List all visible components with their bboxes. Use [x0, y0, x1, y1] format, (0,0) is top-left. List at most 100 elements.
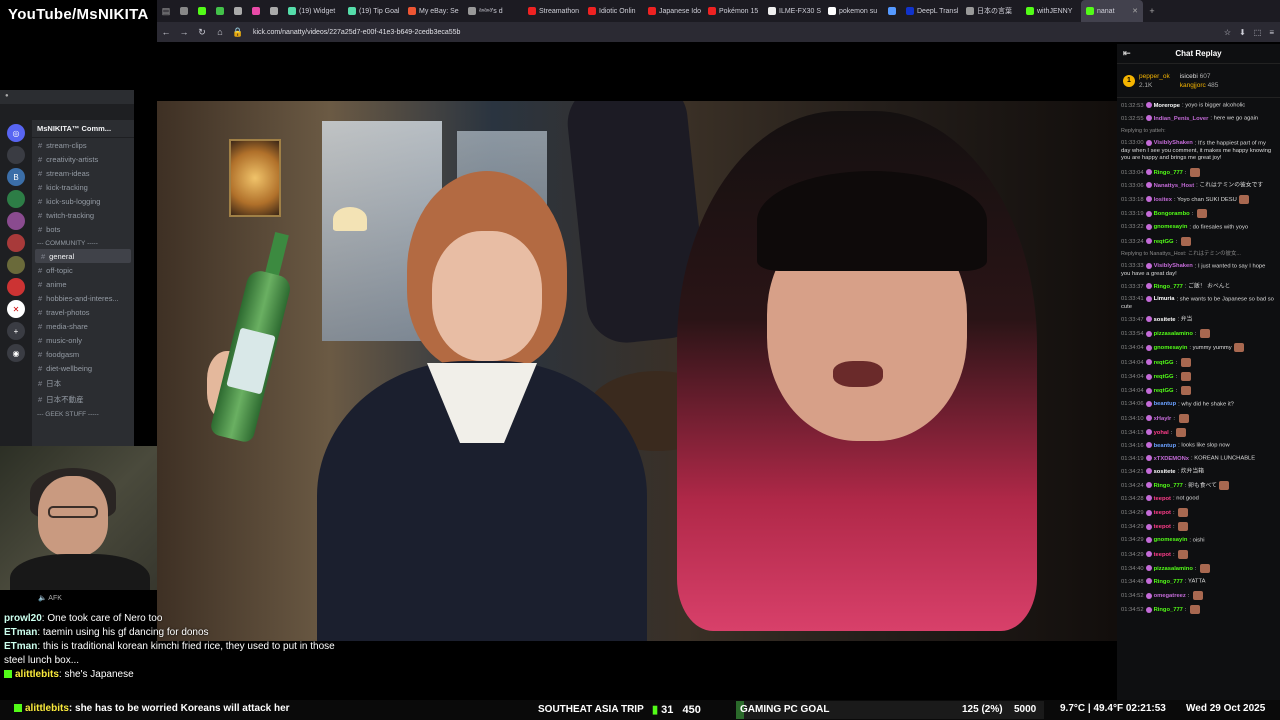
message-username[interactable]: Ringo_777 — [1154, 579, 1183, 585]
server-icon[interactable] — [7, 278, 25, 296]
message-username[interactable]: teepot — [1154, 524, 1171, 530]
channel-item[interactable]: # creativity-artists — [32, 152, 134, 166]
server-icon[interactable] — [7, 212, 25, 230]
channel-item[interactable]: # stream-clips — [32, 138, 134, 152]
browser-tab[interactable]: (19) Widget — [283, 0, 343, 22]
browser-tab[interactable] — [175, 0, 193, 22]
channel-item[interactable]: # diet-wellbeing — [32, 361, 134, 375]
browser-tab[interactable]: Pokémon 15 — [703, 0, 763, 22]
back-icon[interactable]: ← — [157, 27, 175, 37]
channel-item[interactable]: # travel-photos — [32, 305, 134, 319]
add-server-icon[interactable]: + — [7, 322, 25, 340]
message-username[interactable]: Ringo_777 — [1154, 284, 1183, 290]
discord-home-icon[interactable]: ◎ — [7, 124, 25, 142]
message-username[interactable]: reqtGG — [1154, 388, 1174, 394]
channel-item[interactable]: # off-topic — [32, 263, 134, 277]
message-username[interactable]: teepot — [1154, 552, 1171, 558]
reload-icon[interactable]: ↻ — [193, 27, 211, 38]
forward-icon[interactable]: → — [175, 27, 193, 37]
message-username[interactable]: beantup — [1154, 401, 1177, 407]
leader-name[interactable]: isicebi — [1180, 73, 1198, 80]
browser-tab[interactable]: nanat ✕ — [1081, 0, 1143, 22]
channel-item[interactable]: # music-only — [32, 333, 134, 347]
message-username[interactable]: VisiblyShaken — [1154, 263, 1193, 269]
message-username[interactable]: sositete — [1154, 317, 1176, 323]
message-username[interactable]: Bongorambo — [1154, 211, 1190, 217]
new-tab-icon[interactable]: + — [1143, 0, 1161, 22]
channel-item[interactable]: # anime — [32, 277, 134, 291]
server-name[interactable]: MsNIKITA™ Comm... — [32, 120, 134, 138]
server-icon[interactable] — [7, 256, 25, 274]
message-username[interactable]: Limuria — [1154, 296, 1175, 302]
message-username[interactable]: reqtGG — [1154, 360, 1174, 366]
message-username[interactable]: Indian_Penis_Lover — [1154, 116, 1209, 122]
message-username[interactable]: Nanattys_Host — [1154, 183, 1195, 189]
leader-name[interactable]: kangjjorc — [1180, 82, 1206, 89]
browser-tab[interactable]: Streamathon — [523, 0, 583, 22]
server-icon[interactable]: B — [7, 168, 25, 186]
message-username[interactable]: teepot — [1154, 510, 1171, 516]
tab-list-icon[interactable]: ▤ — [157, 0, 175, 22]
message-username[interactable]: sositete — [1154, 469, 1176, 475]
browser-tab[interactable]: ᵃⁿᵃⁿᵃ's d — [463, 0, 523, 22]
channel-item[interactable]: # media-share — [32, 319, 134, 333]
browser-tab[interactable]: Japanese Ido — [643, 0, 703, 22]
extensions-icon[interactable]: ⬚ — [1254, 28, 1262, 37]
bookmark-star-icon[interactable]: ☆ — [1224, 28, 1231, 37]
browser-tab[interactable] — [211, 0, 229, 22]
home-icon[interactable]: ⌂ — [211, 27, 229, 37]
message-username[interactable]: gnomesayin — [1154, 537, 1188, 543]
channel-item[interactable]: # bots — [32, 222, 134, 236]
channel-item[interactable]: # twitch-tracking — [32, 208, 134, 222]
message-username[interactable]: beantup — [1154, 443, 1177, 449]
channel-item[interactable]: # general — [35, 249, 131, 263]
browser-tab[interactable]: ILME-FX30 S — [763, 0, 823, 22]
message-username[interactable]: gnomesayin — [1154, 224, 1188, 230]
browser-tab[interactable] — [265, 0, 283, 22]
menu-icon[interactable]: ≡ — [1269, 28, 1274, 37]
channel-item[interactable]: # stream-ideas — [32, 166, 134, 180]
collapse-chat-icon[interactable]: ⇤ — [1123, 48, 1131, 59]
browser-tab[interactable] — [193, 0, 211, 22]
leader-name[interactable]: pepper_ok — [1139, 73, 1170, 80]
message-username[interactable]: xHaylr — [1154, 416, 1172, 422]
message-username[interactable]: VisiblyShaken — [1154, 140, 1193, 146]
browser-tab[interactable]: My eBay: Se — [403, 0, 463, 22]
video-player[interactable] — [157, 101, 1117, 641]
browser-tab[interactable]: withJENNY — [1021, 0, 1081, 22]
downloads-icon[interactable]: ⬇ — [1239, 28, 1246, 37]
browser-tab[interactable] — [883, 0, 901, 22]
close-tab-icon[interactable]: ✕ — [1132, 7, 1138, 15]
browser-tab[interactable]: 日本の言葉 — [961, 0, 1021, 22]
url-field[interactable]: kick.com/nanatty/videos/227a25d7-e00f-41… — [253, 29, 1224, 36]
channel-item[interactable]: # 日本 — [32, 375, 134, 391]
message-username[interactable]: Morerope — [1154, 103, 1180, 109]
message-username[interactable]: reqtGG — [1154, 239, 1174, 245]
channel-category[interactable]: --- COMMUNITY ----- — [32, 236, 134, 249]
server-icon[interactable]: ✕ — [7, 300, 25, 318]
server-icon[interactable] — [7, 234, 25, 252]
channel-item[interactable]: # hobbies-and-interes... — [32, 291, 134, 305]
message-username[interactable]: pizzasalamino — [1154, 331, 1193, 337]
browser-tab[interactable] — [229, 0, 247, 22]
browser-tab[interactable]: (19) Tip Goal — [343, 0, 403, 22]
message-username[interactable]: gnomesayin — [1154, 345, 1188, 351]
message-username[interactable]: Ringo_777 — [1154, 170, 1183, 176]
message-username[interactable]: Ringo_777 — [1154, 483, 1183, 489]
message-username[interactable]: teepot — [1154, 496, 1171, 502]
channel-item[interactable]: # kick-sub-logging — [32, 194, 134, 208]
message-username[interactable]: yohal — [1154, 430, 1169, 436]
channel-category[interactable]: --- GEEK STUFF ----- — [32, 407, 134, 420]
server-icon[interactable] — [7, 146, 25, 164]
message-username[interactable]: xTXDEMONx — [1154, 456, 1189, 462]
browser-tab[interactable]: pokemon su — [823, 0, 883, 22]
message-username[interactable]: omegatreez — [1154, 593, 1186, 599]
message-username[interactable]: lositex — [1154, 197, 1172, 203]
message-username[interactable]: Ringo_777 — [1154, 607, 1183, 613]
browser-tab[interactable]: Idiotic Onlin — [583, 0, 643, 22]
explore-icon[interactable]: ◉ — [7, 344, 25, 362]
channel-item[interactable]: # kick-tracking — [32, 180, 134, 194]
message-username[interactable]: reqtGG — [1154, 374, 1174, 380]
browser-tab[interactable] — [247, 0, 265, 22]
browser-tab[interactable]: DeepL Transl — [901, 0, 961, 22]
